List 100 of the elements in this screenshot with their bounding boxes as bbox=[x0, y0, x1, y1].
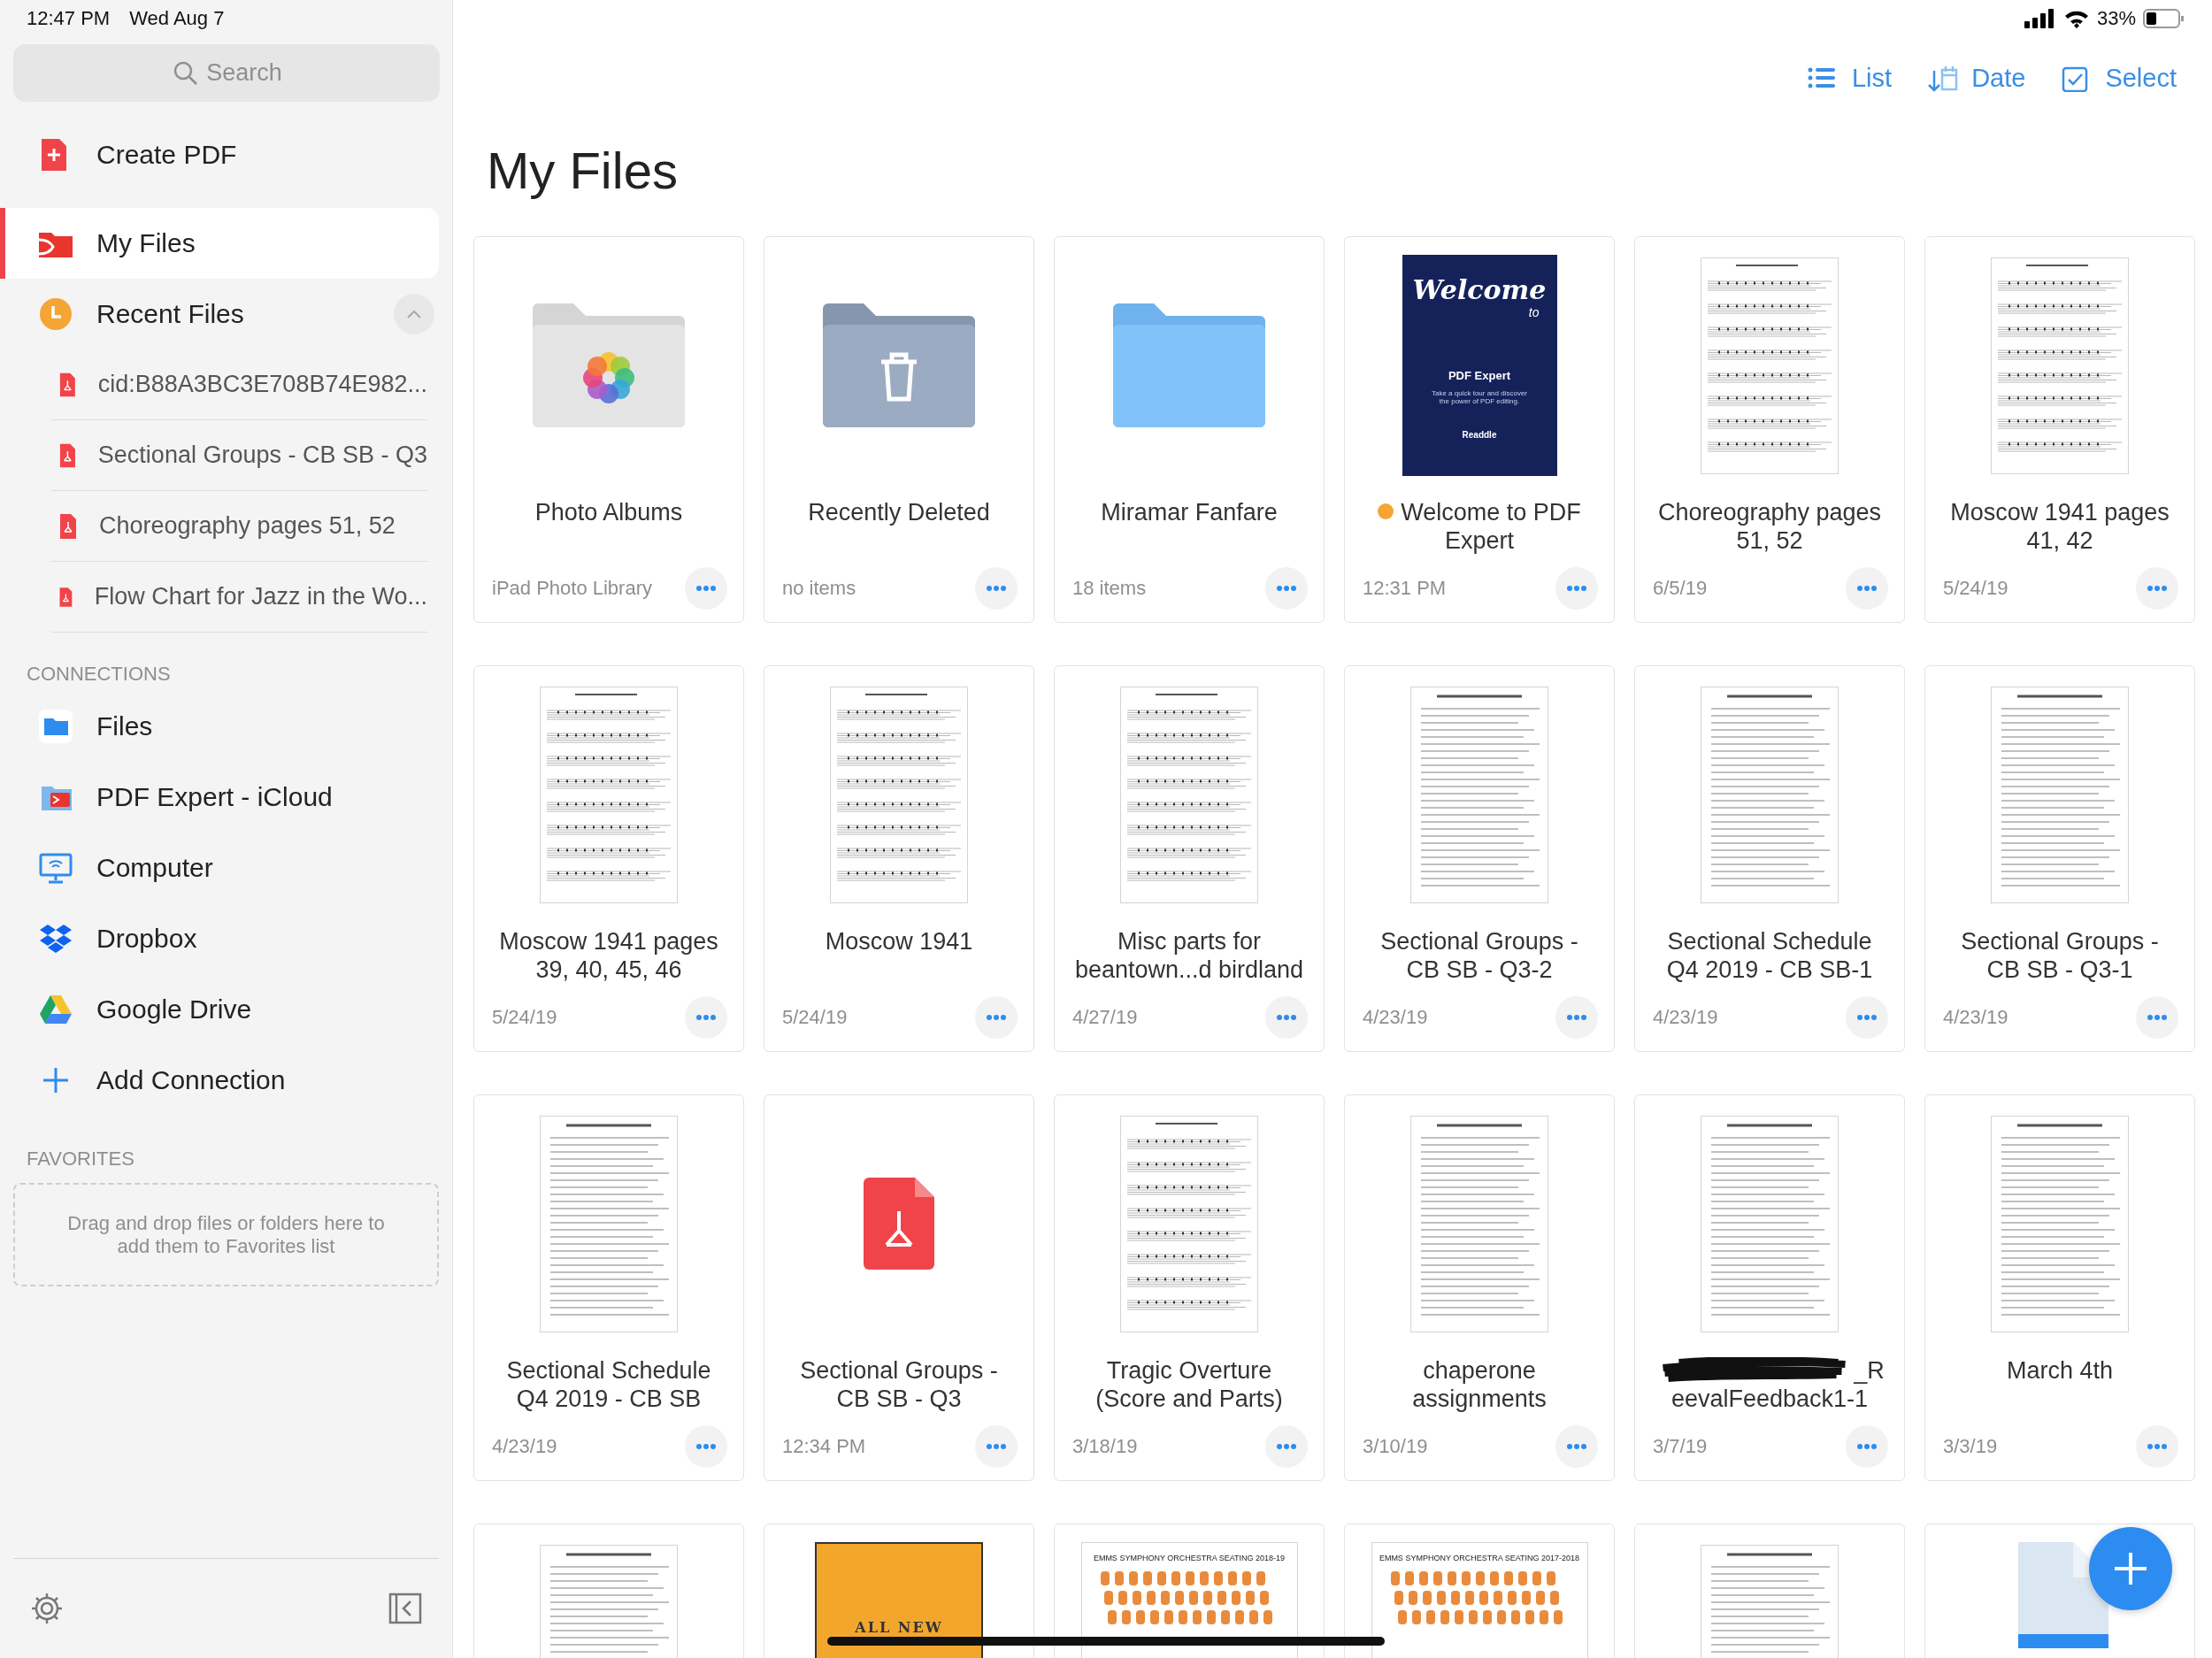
file-card[interactable]: Welcome to PDF Expert Take a quick tour and discover the power of PDF editing. Readdle Welcome to PDF Expert 12:31 PM bbox=[1344, 236, 1615, 623]
cover-text: Readdle bbox=[1462, 430, 1497, 440]
more-button[interactable] bbox=[1846, 1425, 1888, 1468]
more-button[interactable] bbox=[1555, 567, 1598, 610]
file-card[interactable]: Misc parts for beantown...d birdland 4/27/19 bbox=[1054, 665, 1325, 1052]
file-card[interactable]: EMMS SYMPHONY ORCHESTRA SEATING 2018-19 bbox=[1054, 1524, 1325, 1658]
ellipsis-icon bbox=[1856, 1014, 1878, 1021]
more-button[interactable] bbox=[1846, 567, 1888, 610]
sort-calendar-icon bbox=[1927, 65, 1960, 92]
battery-percent: 33% bbox=[2096, 7, 2136, 30]
file-info: iPad Photo Library bbox=[492, 577, 652, 600]
file-info: 3/18/19 bbox=[1072, 1435, 1138, 1458]
file-card[interactable]: Sectional Schedule Q4 2019 - CB SB 4/23/19 bbox=[473, 1094, 744, 1481]
recent-file-item[interactable]: Sectional Groups - CB SB - Q3 bbox=[51, 420, 427, 491]
file-card[interactable]: _ReevalFeedback1-1 3/7/19 bbox=[1634, 1094, 1905, 1481]
recent-file-item[interactable]: cid:B88A3BC3E708B74E982... bbox=[51, 349, 427, 420]
more-button[interactable] bbox=[685, 996, 727, 1039]
status-date: Wed Aug 7 bbox=[129, 7, 225, 30]
more-button[interactable] bbox=[1265, 567, 1308, 610]
file-card[interactable]: Recently Deleted no items bbox=[764, 236, 1034, 623]
file-card[interactable]: Sectional Groups - CB SB - Q3-2 4/23/19 bbox=[1344, 665, 1615, 1052]
ellipsis-icon bbox=[1276, 1014, 1297, 1021]
more-button[interactable] bbox=[1265, 1425, 1308, 1468]
file-info: 4/27/19 bbox=[1072, 1006, 1138, 1029]
file-card[interactable]: Moscow 1941 pages 41, 42 5/24/19 bbox=[1924, 236, 2195, 623]
ellipsis-icon bbox=[1856, 585, 1878, 592]
more-button[interactable] bbox=[1555, 996, 1598, 1039]
file-card[interactable]: Choreography pages 51, 52 6/5/19 bbox=[1634, 236, 1905, 623]
ellipsis-icon bbox=[986, 585, 1007, 592]
connection-item[interactable]: Computer bbox=[0, 833, 439, 903]
file-card[interactable]: Tragic Overture (Score and Parts) 3/18/19 bbox=[1054, 1094, 1325, 1481]
file-card[interactable]: EMMS SYMPHONY ORCHESTRA SEATING 2017-2018 bbox=[1344, 1524, 1615, 1658]
ellipsis-icon bbox=[1566, 1014, 1587, 1021]
settings-button[interactable] bbox=[29, 1591, 65, 1626]
more-button[interactable] bbox=[1555, 1425, 1598, 1468]
sidebar-item[interactable]: Recent Files bbox=[0, 279, 439, 349]
collapse-sidebar-button[interactable] bbox=[388, 1591, 423, 1626]
file-name: Recently Deleted bbox=[808, 499, 990, 526]
connection-item[interactable]: Add Connection bbox=[0, 1045, 439, 1116]
cover-text: Welcome bbox=[1412, 274, 1547, 305]
settings-icon bbox=[29, 1591, 65, 1626]
file-name: Welcome to PDF Expert bbox=[1401, 499, 1581, 554]
pdf-file-icon bbox=[58, 512, 78, 540]
pdf-file-icon bbox=[58, 371, 77, 398]
sidebar-item[interactable]: Create PDF bbox=[0, 119, 439, 190]
file-name: Moscow 1941 bbox=[825, 928, 973, 955]
file-info: no items bbox=[782, 577, 856, 600]
more-button[interactable] bbox=[2136, 996, 2178, 1039]
more-button[interactable] bbox=[975, 996, 1018, 1039]
connection-item[interactable]: Dropbox bbox=[0, 903, 439, 974]
page-title: My Files bbox=[487, 141, 679, 201]
file-info: 5/24/19 bbox=[492, 1006, 557, 1029]
file-info: 4/23/19 bbox=[1653, 1006, 1718, 1029]
file-card[interactable]: Moscow 1941 pages 39, 40, 45, 46 5/24/19 bbox=[473, 665, 744, 1052]
connection-item[interactable]: Google Drive bbox=[0, 974, 439, 1045]
file-card[interactable]: chaperone assignments 3/10/19 bbox=[1344, 1094, 1615, 1481]
recent-file-item[interactable]: Flow Chart for Jazz in the Wo... bbox=[51, 562, 427, 633]
file-card[interactable]: Moscow 1941 5/24/19 bbox=[764, 665, 1034, 1052]
pdf-file-icon bbox=[58, 441, 77, 469]
file-card[interactable]: Sectional Schedule Q4 2019 - CB SB-1 4/23/19 bbox=[1634, 665, 1905, 1052]
file-name: Choreography pages 51, 52 bbox=[1657, 499, 1882, 554]
file-card[interactable]: Sectional Groups - CB SB - Q3 12:34 PM bbox=[764, 1094, 1034, 1481]
file-name: Sectional Schedule Q4 2019 - CB SB-1 bbox=[1666, 928, 1873, 983]
add-button[interactable] bbox=[2089, 1527, 2172, 1610]
more-button[interactable] bbox=[2136, 567, 2178, 610]
more-button[interactable] bbox=[1846, 996, 1888, 1039]
more-button[interactable] bbox=[975, 1425, 1018, 1468]
section-heading: FAVORITES bbox=[26, 1148, 135, 1171]
file-card[interactable]: ALL NEW bbox=[764, 1524, 1034, 1658]
ellipsis-icon bbox=[1276, 1443, 1297, 1450]
sidebar-item[interactable]: My Files bbox=[0, 208, 439, 279]
ellipsis-icon bbox=[2147, 1443, 2168, 1450]
battery-icon bbox=[2143, 8, 2184, 29]
file-card[interactable]: Photo Albums iPad Photo Library bbox=[473, 236, 744, 623]
file-name: Moscow 1941 pages 39, 40, 45, 46 bbox=[499, 928, 718, 983]
more-button[interactable] bbox=[1265, 996, 1308, 1039]
more-button[interactable] bbox=[2136, 1425, 2178, 1468]
sidebar-collapse-icon bbox=[388, 1591, 423, 1626]
file-info: 3/3/19 bbox=[1943, 1435, 1998, 1458]
file-name: March 4th bbox=[2006, 1357, 2114, 1384]
more-button[interactable] bbox=[975, 567, 1018, 610]
file-name: Sectional Schedule Q4 2019 - CB SB bbox=[506, 1357, 711, 1412]
more-button[interactable] bbox=[685, 567, 727, 610]
recent-file-item[interactable]: Choreography pages 51, 52 bbox=[51, 491, 427, 562]
chevron-up-icon bbox=[405, 309, 423, 319]
more-button[interactable] bbox=[685, 1425, 727, 1468]
file-card[interactable]: Sectional Groups - CB SB - Q3-1 4/23/19 bbox=[1924, 665, 2195, 1052]
file-info: 4/23/19 bbox=[1363, 1006, 1428, 1029]
ellipsis-icon bbox=[1856, 1443, 1878, 1450]
folder-icon bbox=[38, 709, 73, 744]
drop-hint-text: Drag and drop files or folders here to add them to Favorites list bbox=[66, 1211, 386, 1258]
status-time: 12:47 PM bbox=[27, 7, 111, 30]
file-card[interactable]: March 4th 3/3/19 bbox=[1924, 1094, 2195, 1481]
file-card[interactable]: Miramar Fanfare 18 items bbox=[1054, 236, 1325, 623]
file-info: 12:31 PM bbox=[1363, 577, 1447, 600]
document-heading: EMMS SYMPHONY ORCHESTRA SEATING 2017-2018 bbox=[1379, 1554, 1580, 1562]
cover-text: Take a quick tour and discover the power of PDF editing. bbox=[1430, 389, 1529, 405]
search-field[interactable]: Search bbox=[13, 44, 440, 102]
connection-item[interactable]: PDF Expert - iCloud bbox=[0, 762, 439, 833]
connection-item[interactable]: Files bbox=[0, 691, 439, 762]
